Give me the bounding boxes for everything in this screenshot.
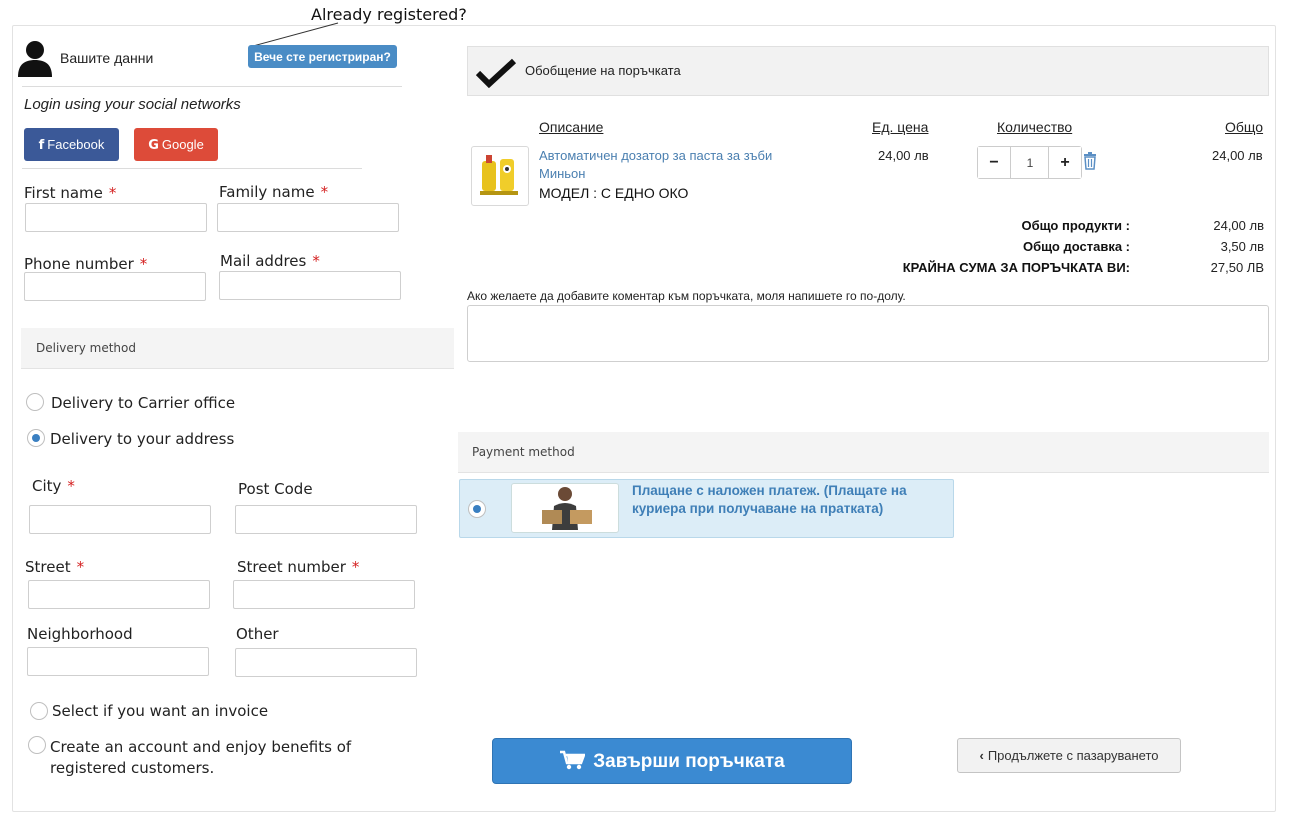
product-model: МОДЕЛ : С ЕДНО ОКО <box>539 185 689 201</box>
quantity-increase-button[interactable]: + <box>1048 147 1081 178</box>
city-label: City * <box>32 477 75 495</box>
street-input[interactable] <box>28 580 210 609</box>
product-line-total: 24,00 лв <box>1212 148 1263 163</box>
divider <box>22 86 402 87</box>
google-label: Google <box>161 136 204 152</box>
invoice-checkbox[interactable] <box>30 702 48 720</box>
quantity-input[interactable] <box>1012 147 1048 178</box>
first-name-label: First name * <box>24 184 117 202</box>
already-registered-button[interactable]: Вече сте регистриран? <box>248 45 397 68</box>
col-total: Общо <box>1225 119 1264 135</box>
quantity-decrease-button[interactable]: − <box>978 147 1011 178</box>
cart-icon <box>560 750 587 769</box>
family-name-label: Family name * <box>219 183 329 201</box>
order-summary-title: Обобщение на поръчката <box>525 63 681 78</box>
col-quantity: Количество <box>997 119 1073 135</box>
grand-total-label: КРАЙНА СУМА ЗА ПОРЪЧКАТА ВИ: <box>902 260 1130 275</box>
finish-order-button[interactable]: Завърши поръчката <box>492 738 852 784</box>
mail-input[interactable] <box>219 271 401 300</box>
chevron-left-icon: ‹ <box>979 748 984 763</box>
post-code-label: Post Code <box>238 480 313 498</box>
google-icon: G <box>148 137 159 153</box>
family-name-input[interactable] <box>217 203 399 232</box>
comment-textarea[interactable] <box>467 305 1269 362</box>
mail-label: Mail addres * <box>220 252 320 270</box>
create-account-label: Create an account and enjoy benefits of … <box>50 738 352 777</box>
first-name-input[interactable] <box>25 203 207 232</box>
checkmark-icon <box>476 58 516 88</box>
other-label: Other <box>236 625 279 643</box>
city-input[interactable] <box>29 505 211 534</box>
total-shipping-label: Общо доставка : <box>1022 239 1130 254</box>
grand-total-value: 27,50 ЛВ <box>1210 260 1264 275</box>
toothpaste-dispenser-icon <box>480 155 518 195</box>
phone-label: Phone number * <box>24 255 148 273</box>
courier-person-icon <box>542 487 592 530</box>
user-icon <box>18 41 52 77</box>
phone-input[interactable] <box>24 272 206 301</box>
payment-cod-radio[interactable] <box>468 500 486 518</box>
product-image[interactable] <box>471 146 529 206</box>
facebook-icon: f <box>38 137 45 153</box>
street-label: Street * <box>25 558 85 576</box>
payment-courier-image <box>511 483 619 533</box>
payment-cod-label: Плащане с наложен платеж. (Плащате на ку… <box>632 483 907 516</box>
continue-shopping-button[interactable]: ‹ Продължете с пазаруването <box>957 738 1181 773</box>
facebook-login-button[interactable]: f Facebook <box>24 128 119 161</box>
delivery-carrier-radio[interactable] <box>26 393 44 411</box>
comment-label: Ако желаете да добавите коментар към пор… <box>467 289 906 303</box>
delivery-method-header: Delivery method <box>21 328 454 369</box>
social-login-title: Login using your social networks <box>24 96 241 113</box>
total-products-value: 24,00 лв <box>1213 218 1264 233</box>
neighborhood-input[interactable] <box>27 647 209 676</box>
other-input[interactable] <box>235 648 417 677</box>
divider <box>22 168 362 169</box>
google-login-button[interactable]: G Google <box>134 128 218 161</box>
delivery-address-label: Delivery to your address <box>50 430 235 448</box>
quantity-stepper: − + <box>977 146 1082 179</box>
post-code-input[interactable] <box>235 505 417 534</box>
delivery-address-radio[interactable] <box>27 429 45 447</box>
continue-shopping-label: Продължете с пазаруването <box>987 748 1159 763</box>
total-shipping-value: 3,50 лв <box>1220 239 1264 254</box>
total-products-label: Общо продукти : <box>1021 218 1130 233</box>
facebook-label: Facebook <box>47 136 105 152</box>
invoice-label: Select if you want an invoice <box>52 702 269 720</box>
delivery-carrier-label: Delivery to Carrier office <box>51 394 236 412</box>
product-unit-price: 24,00 лв <box>878 148 929 163</box>
street-number-input[interactable] <box>233 580 415 609</box>
col-unit-price: Ед. цена <box>872 119 929 135</box>
product-name-link[interactable]: Автоматичен дозатор за паста за зъби Мин… <box>539 147 789 183</box>
street-number-label: Street number * <box>237 558 360 576</box>
neighborhood-label: Neighborhood <box>27 625 133 643</box>
finish-order-label: Завърши поръчката <box>593 750 785 772</box>
your-data-title: Вашите данни <box>60 50 154 66</box>
payment-method-header: Payment method <box>458 432 1269 473</box>
trash-icon[interactable] <box>1082 152 1098 170</box>
create-account-checkbox[interactable] <box>28 736 46 754</box>
col-description: Описание <box>539 119 604 135</box>
